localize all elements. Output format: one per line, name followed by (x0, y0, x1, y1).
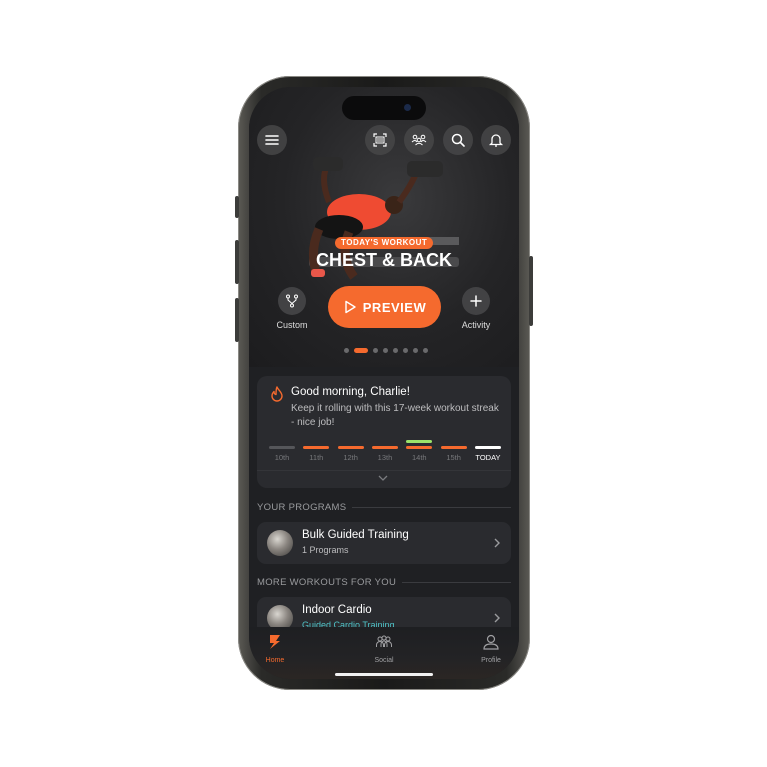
carousel-dot[interactable] (373, 348, 378, 353)
volume-up-button (235, 240, 239, 284)
add-activity-button[interactable]: Activity (451, 287, 501, 330)
home-logo-icon (270, 635, 280, 649)
dynamic-island (342, 96, 426, 120)
carousel-dot[interactable] (423, 348, 428, 353)
home-indicator[interactable] (335, 673, 433, 676)
greeting-title: Good morning, Charlie! (291, 386, 410, 398)
fork-icon (286, 294, 298, 308)
streak-tracker: 10th 11th 12th 13th 14th 15th TODAY (269, 440, 501, 462)
greeting-card: Good morning, Charlie! Keep it rolling w… (257, 376, 511, 488)
flame-icon (271, 386, 283, 402)
program-subtitle: 1 Programs (302, 545, 349, 555)
streak-label: 14th (412, 453, 427, 462)
tab-label: Home (265, 657, 285, 664)
menu-icon (265, 135, 279, 145)
carousel-dot[interactable] (344, 348, 349, 353)
todays-workout-badge: TODAY'S WORKOUT (335, 237, 434, 249)
streak-day: TODAY (474, 440, 501, 462)
carousel-dot[interactable] (403, 348, 408, 353)
tab-social[interactable]: Social (359, 633, 409, 664)
program-title: Bulk Guided Training (302, 529, 409, 541)
search-icon (451, 133, 465, 147)
tab-label: Profile (481, 657, 501, 664)
tab-home[interactable]: Home (250, 633, 300, 664)
streak-bar (371, 446, 398, 449)
streak-day: 11th (303, 440, 330, 462)
carousel-dot[interactable] (383, 348, 388, 353)
preview-button[interactable]: PREVIEW (328, 286, 441, 328)
profile-icon (483, 634, 499, 650)
tab-label: Social (374, 657, 394, 664)
your-programs-header: YOUR PROGRAMS (257, 502, 511, 513)
custom-label: Custom (276, 320, 308, 330)
bell-icon (488, 134, 504, 147)
streak-bar (474, 446, 501, 449)
streak-bar (406, 446, 433, 449)
expand-chevron-icon[interactable] (377, 473, 389, 483)
streak-label: 11th (309, 453, 324, 462)
search-button[interactable] (443, 125, 473, 155)
social-icon (376, 635, 392, 647)
streak-bar (337, 446, 364, 449)
section-title: MORE WORKOUTS FOR YOU (257, 577, 397, 588)
streak-day: 15th (440, 440, 467, 462)
chevron-right-icon (494, 538, 500, 548)
barcode-scan-icon (373, 133, 387, 147)
streak-bonus-bar (406, 440, 433, 443)
streak-day: 12th (337, 440, 364, 462)
program-row[interactable]: Bulk Guided Training 1 Programs (257, 522, 511, 564)
plus-icon (470, 295, 482, 307)
section-title: YOUR PROGRAMS (257, 502, 347, 513)
carousel-indicator[interactable] (344, 348, 428, 353)
app-screen: TODAY'S WORKOUT CHEST & BACK Custom PREV… (249, 87, 519, 679)
tab-bar: Home Social Profile (249, 627, 519, 679)
workout-title: CHEST & BACK (315, 250, 452, 270)
carousel-dot[interactable] (413, 348, 418, 353)
greeting-subtitle: Keep it rolling with this 17-week workou… (291, 403, 499, 428)
power-button (529, 256, 533, 326)
streak-day: 13th (371, 440, 398, 462)
group-icon (411, 134, 427, 146)
tab-profile[interactable]: Profile (466, 633, 516, 664)
menu-button[interactable] (257, 125, 287, 155)
scan-button[interactable] (365, 125, 395, 155)
streak-label: 15th (446, 453, 461, 462)
streak-bar (440, 446, 467, 449)
streak-label: 13th (377, 453, 393, 462)
hero-banner: TODAY'S WORKOUT CHEST & BACK Custom PREV… (249, 87, 519, 367)
activity-label: Activity (461, 320, 491, 330)
community-button[interactable] (404, 125, 434, 155)
program-thumbnail (267, 530, 293, 556)
volume-down-button (235, 298, 239, 342)
streak-bar (303, 446, 330, 449)
custom-button[interactable]: Custom (267, 287, 317, 330)
notifications-button[interactable] (481, 125, 511, 155)
play-icon (345, 300, 356, 314)
streak-label: 10th (274, 453, 290, 462)
workout-title: Indoor Cardio (302, 604, 372, 616)
carousel-dot[interactable] (354, 348, 368, 353)
mute-switch (235, 196, 239, 218)
divider (257, 470, 511, 471)
more-workouts-header: MORE WORKOUTS FOR YOU (257, 577, 511, 588)
carousel-dot[interactable] (393, 348, 398, 353)
streak-label: 12th (343, 453, 358, 462)
streak-label: TODAY (475, 453, 501, 462)
preview-label: PREVIEW (362, 299, 427, 315)
streak-day: 14th (406, 440, 433, 462)
streak-day: 10th (269, 440, 295, 462)
streak-bar (269, 446, 295, 449)
chevron-right-icon (494, 613, 500, 623)
